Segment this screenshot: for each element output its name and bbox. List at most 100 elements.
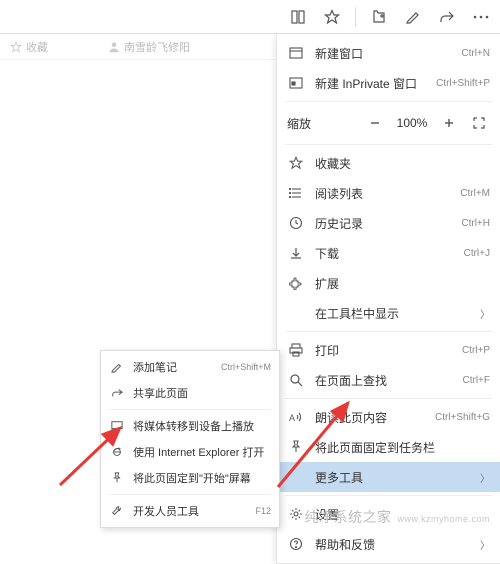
new-window-item[interactable]: 新建窗口 Ctrl+N xyxy=(277,38,500,68)
history-shortcut: Ctrl+H xyxy=(461,218,490,229)
favorites-item[interactable]: 收藏夹 xyxy=(277,148,500,178)
share-page-label: 共享此页面 xyxy=(133,385,271,401)
notes-icon[interactable] xyxy=(398,2,428,32)
share-icon xyxy=(109,387,125,399)
chevron-right-icon: 〉 xyxy=(480,537,490,552)
pin-taskbar-item[interactable]: 将此页面固定到任务栏 xyxy=(277,432,500,462)
more-tools-label: 更多工具 xyxy=(315,469,476,486)
downloads-shortcut: Ctrl+J xyxy=(464,248,490,259)
pin-start-label: 将此页固定到"开始"屏幕 xyxy=(133,470,271,486)
bookmark-item-1-label: 南雪龄飞修阳 xyxy=(124,39,190,55)
history-icon xyxy=(287,216,305,230)
menu-separator xyxy=(285,495,492,496)
read-aloud-label: 朗读此页内容 xyxy=(315,409,435,426)
print-shortcut: Ctrl+P xyxy=(462,345,490,356)
svg-text:A: A xyxy=(289,413,295,423)
add-notes-label: 添加笔记 xyxy=(133,359,221,375)
help-item[interactable]: 帮助和反馈 〉 xyxy=(277,529,500,559)
bookmarks-favorites-label: 收藏 xyxy=(26,39,48,55)
extensions-item[interactable]: 扩展 xyxy=(277,268,500,298)
zoom-value: 100% xyxy=(394,116,430,130)
download-icon xyxy=(287,246,305,260)
more-tools-submenu: 添加笔记 Ctrl+Shift+M 共享此页面 将媒体转移到设备上播放 使用 I… xyxy=(100,350,280,528)
more-tools-item[interactable]: 更多工具 〉 xyxy=(277,462,500,492)
help-icon xyxy=(287,537,305,551)
dev-tools-shortcut: F12 xyxy=(255,506,271,516)
print-label: 打印 xyxy=(315,342,462,359)
cast-media-item[interactable]: 将媒体转移到设备上播放 xyxy=(101,413,279,439)
menu-separator xyxy=(285,331,492,332)
browser-main-menu: 新建窗口 Ctrl+N 新建 InPrivate 窗口 Ctrl+Shift+P… xyxy=(276,34,500,564)
bookmarks-favorites-item[interactable]: 收藏 xyxy=(10,39,48,55)
menu-separator xyxy=(109,409,271,410)
history-label: 历史记录 xyxy=(315,215,461,232)
inprivate-icon xyxy=(287,76,305,90)
open-ie-label: 使用 Internet Explorer 打开 xyxy=(133,444,271,460)
downloads-label: 下载 xyxy=(315,245,464,262)
reading-list-item[interactable]: 阅读列表 Ctrl+M xyxy=(277,178,500,208)
favorites-label: 收藏夹 xyxy=(315,155,490,172)
pin-taskbar-label: 将此页面固定到任务栏 xyxy=(315,439,490,456)
reading-list-label: 阅读列表 xyxy=(315,185,460,202)
show-in-toolbar-item[interactable]: 在工具栏中显示 〉 xyxy=(277,298,500,328)
new-inprivate-label: 新建 InPrivate 窗口 xyxy=(315,75,436,92)
reading-list-shortcut: Ctrl+M xyxy=(460,188,490,199)
list-icon xyxy=(287,186,305,200)
share-page-item[interactable]: 共享此页面 xyxy=(101,380,279,406)
menu-separator xyxy=(285,144,492,145)
watermark: 纯净系统之家 www.kzmyhome.com xyxy=(304,507,490,527)
find-item[interactable]: 在页面上查找 Ctrl+F xyxy=(277,365,500,395)
window-icon xyxy=(287,46,305,60)
cast-icon xyxy=(109,420,125,432)
search-icon xyxy=(287,373,305,387)
history-item[interactable]: 历史记录 Ctrl+H xyxy=(277,208,500,238)
watermark-url: www.kzmyhome.com xyxy=(397,514,490,524)
read-aloud-item[interactable]: A 朗读此页内容 Ctrl+Shift+G xyxy=(277,402,500,432)
help-label: 帮助和反馈 xyxy=(315,536,476,553)
notes-icon xyxy=(109,361,125,373)
print-item[interactable]: 打印 Ctrl+P xyxy=(277,335,500,365)
zoom-label: 缩放 xyxy=(287,115,347,132)
menu-separator xyxy=(285,398,492,399)
pin-icon xyxy=(287,440,305,454)
ie-icon xyxy=(109,446,125,458)
new-window-shortcut: Ctrl+N xyxy=(461,48,490,59)
star-icon xyxy=(287,156,305,170)
dev-tools-item[interactable]: 开发人员工具 F12 xyxy=(101,498,279,524)
browser-top-toolbar xyxy=(0,0,500,34)
new-inprivate-shortcut: Ctrl+Shift+P xyxy=(436,78,490,89)
fullscreen-icon[interactable] xyxy=(468,112,490,134)
new-window-label: 新建窗口 xyxy=(315,45,461,62)
pin-icon xyxy=(109,472,125,484)
bookmark-item-1[interactable]: 南雪龄飞修阳 xyxy=(108,39,190,55)
speaker-icon: A xyxy=(287,410,305,424)
extension-icon xyxy=(287,276,305,290)
reading-view-icon[interactable] xyxy=(283,2,313,32)
favorite-star-icon[interactable] xyxy=(317,2,347,32)
pin-start-item[interactable]: 将此页固定到"开始"屏幕 xyxy=(101,465,279,491)
gear-icon xyxy=(287,507,305,521)
toolbar-divider xyxy=(355,7,356,27)
zoom-in-button[interactable] xyxy=(438,112,460,134)
more-menu-icon[interactable] xyxy=(466,2,496,32)
menu-separator xyxy=(109,494,271,495)
dev-tools-label: 开发人员工具 xyxy=(133,503,255,519)
add-notes-shortcut: Ctrl+Shift+M xyxy=(221,362,271,372)
print-icon xyxy=(287,343,305,357)
cast-media-label: 将媒体转移到设备上播放 xyxy=(133,418,271,434)
zoom-out-button[interactable] xyxy=(364,112,386,134)
menu-separator xyxy=(285,101,492,102)
extensions-label: 扩展 xyxy=(315,275,490,292)
downloads-item[interactable]: 下载 Ctrl+J xyxy=(277,238,500,268)
zoom-row: 缩放 100% xyxy=(277,105,500,141)
add-notes-item[interactable]: 添加笔记 Ctrl+Shift+M xyxy=(101,354,279,380)
open-ie-item[interactable]: 使用 Internet Explorer 打开 xyxy=(101,439,279,465)
favorites-hub-icon[interactable] xyxy=(364,2,394,32)
share-icon[interactable] xyxy=(432,2,462,32)
chevron-right-icon: 〉 xyxy=(480,470,490,485)
chevron-right-icon: 〉 xyxy=(480,306,490,321)
show-in-toolbar-label: 在工具栏中显示 xyxy=(315,305,476,322)
find-label: 在页面上查找 xyxy=(315,372,463,389)
new-inprivate-item[interactable]: 新建 InPrivate 窗口 Ctrl+Shift+P xyxy=(277,68,500,98)
read-aloud-shortcut: Ctrl+Shift+G xyxy=(435,412,490,423)
